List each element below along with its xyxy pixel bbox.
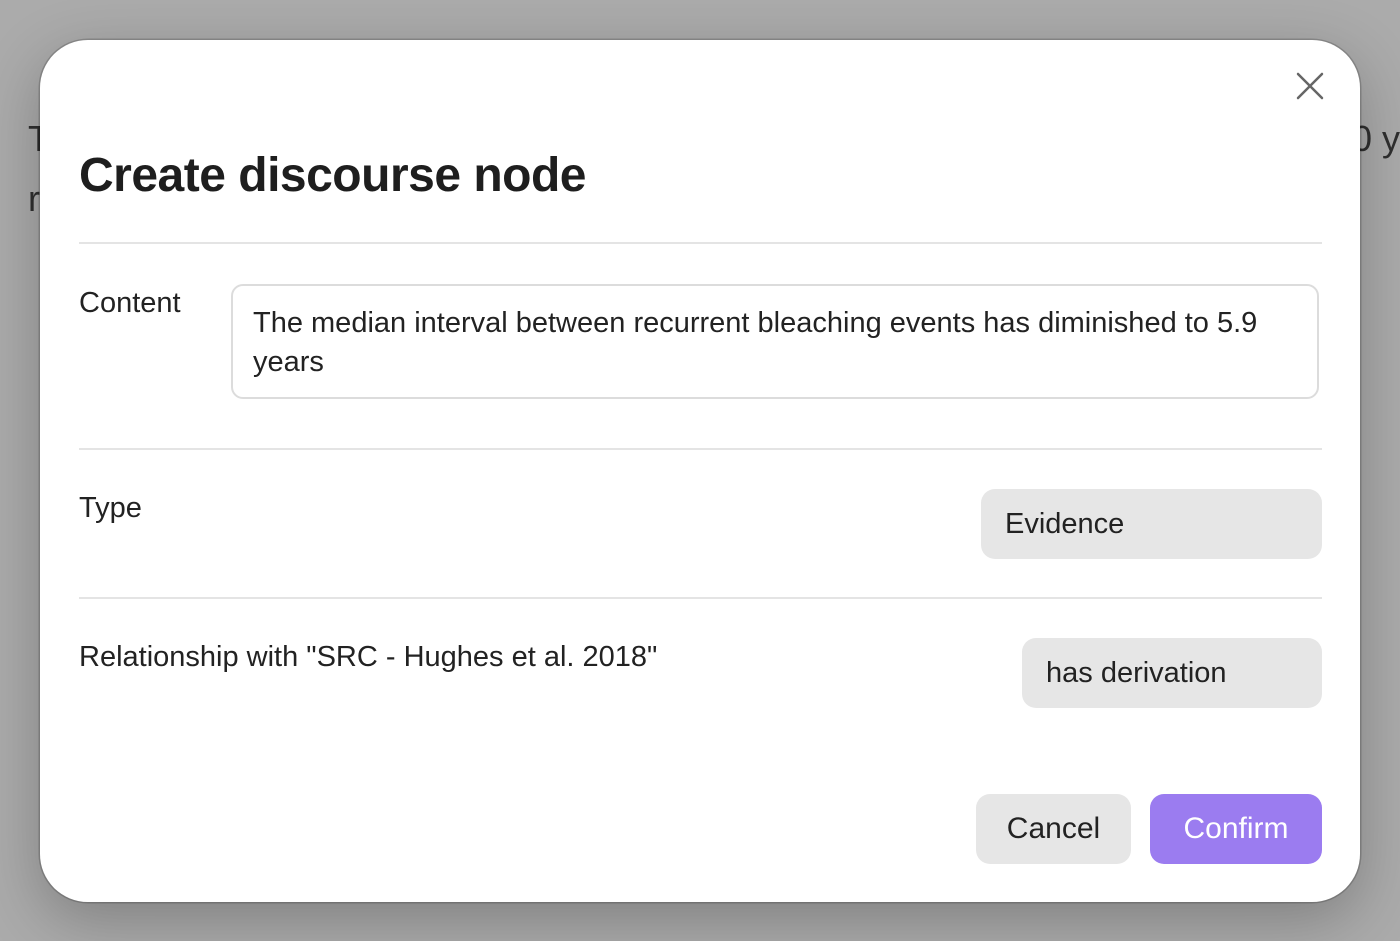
cancel-button[interactable]: Cancel [976,794,1131,864]
type-select[interactable]: Evidence [981,489,1322,559]
relationship-label: Relationship with "SRC - Hughes et al. 2… [79,641,658,673]
confirm-button[interactable]: Confirm [1150,794,1322,864]
divider [79,448,1322,450]
divider [79,242,1322,244]
divider [79,597,1322,599]
relationship-select[interactable]: has derivation [1022,638,1322,708]
relationship-select-value: has derivation [1046,656,1227,689]
content-label: Content [79,287,181,319]
type-select-value: Evidence [1005,507,1125,540]
close-icon[interactable] [1296,72,1324,100]
type-label: Type [79,492,142,524]
dialog-title: Create discourse node [79,149,587,202]
create-node-dialog: Create discourse node Content The median… [40,40,1360,902]
content-input[interactable]: The median interval between recurrent bl… [231,284,1319,399]
background-text: r [28,178,40,219]
close-button[interactable] [1290,66,1330,106]
